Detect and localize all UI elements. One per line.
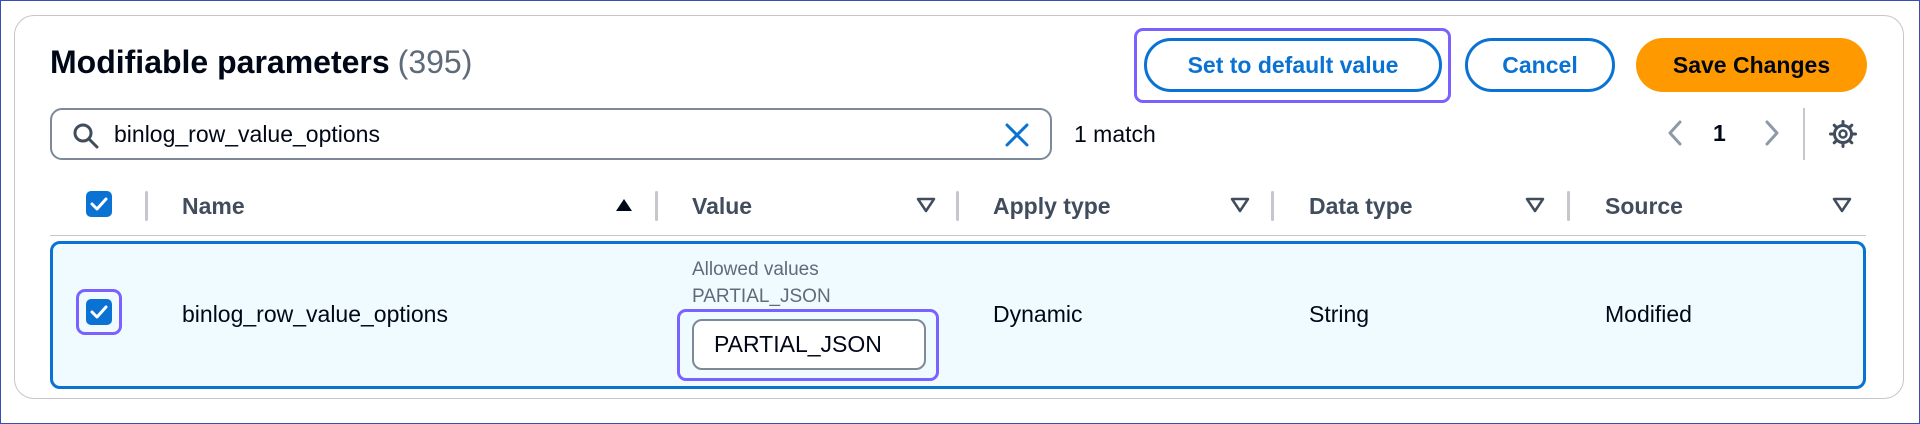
- page-title: Modifiable parameters (395): [50, 44, 472, 81]
- check-icon: [90, 305, 108, 319]
- gear-icon[interactable]: [1828, 119, 1858, 154]
- set-default-value-button[interactable]: Set to default value: [1144, 38, 1442, 92]
- match-count: 1 match: [1074, 121, 1156, 147]
- cancel-button[interactable]: Cancel: [1465, 38, 1615, 92]
- data-type-cell: String: [1309, 301, 1370, 327]
- parameter-value-input[interactable]: [692, 319, 926, 370]
- column-header-data-type[interactable]: Data type: [1309, 193, 1413, 220]
- chevron-left-icon[interactable]: [1665, 118, 1685, 153]
- column-header-source[interactable]: Source: [1605, 193, 1683, 220]
- allowed-values-label: Allowed values: [692, 259, 819, 280]
- column-divider: [1567, 191, 1570, 221]
- search-field[interactable]: [50, 108, 1052, 160]
- caret-down-outline-icon[interactable]: [1832, 197, 1852, 218]
- source-cell: Modified: [1605, 301, 1692, 327]
- title-text: Modifiable parameters: [50, 44, 390, 80]
- column-header-value[interactable]: Value: [692, 193, 752, 220]
- column-header-apply-type[interactable]: Apply type: [993, 193, 1111, 220]
- caret-down-outline-icon[interactable]: [916, 197, 936, 218]
- save-changes-button[interactable]: Save Changes: [1636, 38, 1867, 92]
- column-divider: [1271, 191, 1274, 221]
- apply-type-cell: Dynamic: [993, 301, 1083, 327]
- column-divider: [145, 191, 148, 221]
- parameter-name: binlog_row_value_options: [182, 301, 448, 327]
- chevron-right-icon[interactable]: [1762, 118, 1782, 153]
- caret-down-outline-icon[interactable]: [1230, 197, 1250, 218]
- caret-up-icon[interactable]: [614, 197, 634, 218]
- search-icon: [72, 122, 100, 155]
- column-divider: [655, 191, 658, 221]
- check-icon: [90, 197, 108, 211]
- search-input[interactable]: [114, 118, 974, 150]
- caret-down-outline-icon[interactable]: [1525, 197, 1545, 218]
- close-icon[interactable]: [1004, 122, 1030, 153]
- current-page[interactable]: 1: [1713, 120, 1726, 147]
- toolbar-divider: [1803, 108, 1805, 160]
- column-header-name[interactable]: Name: [182, 193, 245, 220]
- row-checkbox[interactable]: [86, 299, 112, 325]
- header-divider: [50, 235, 1866, 236]
- parameter-count: (395): [397, 44, 473, 80]
- select-all-checkbox[interactable]: [86, 191, 112, 217]
- column-divider: [956, 191, 959, 221]
- allowed-values: PARTIAL_JSON: [692, 286, 831, 307]
